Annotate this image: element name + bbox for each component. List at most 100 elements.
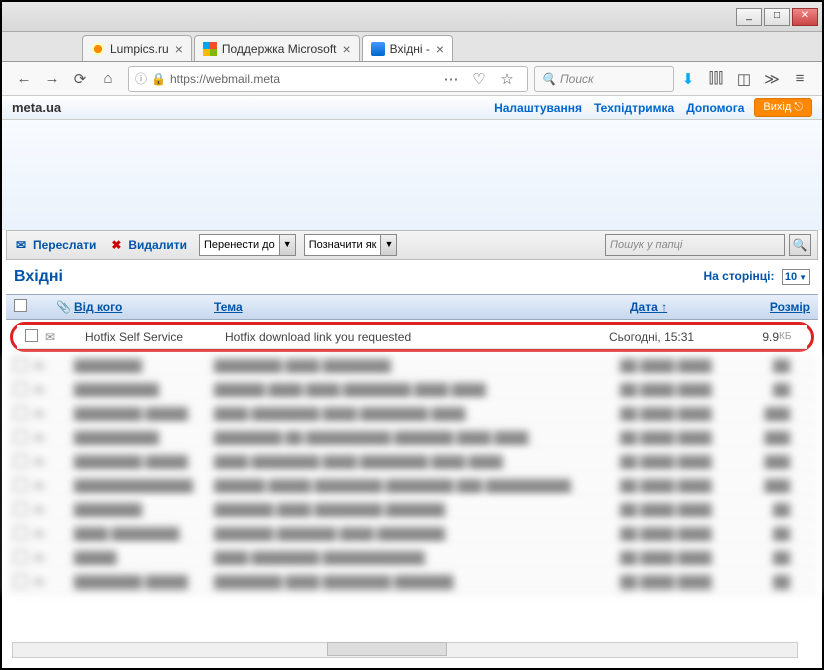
from-cell: Hotfix Self Service <box>85 330 225 344</box>
envelope-icon: ✉ <box>34 479 56 493</box>
subject-cell: ███████ ████ ████████ ███████ <box>214 503 620 517</box>
forward-button[interactable]: ✉ Переслати <box>13 237 96 253</box>
library-button[interactable]: ⫿⫿⫿ <box>704 67 728 91</box>
size-cell: ███ <box>740 455 790 469</box>
row-checkbox[interactable] <box>14 526 34 542</box>
from-column-header[interactable]: Від кого <box>74 300 214 314</box>
highlighted-message: ✉ Hotfix Self Service Hotfix download li… <box>10 322 814 352</box>
window-close-button[interactable]: ✕ <box>792 8 818 26</box>
search-bar[interactable]: 🔍 Поиск <box>534 66 674 92</box>
tab-close-icon[interactable]: × <box>175 41 183 57</box>
date-cell: ██ ████ ████ <box>620 383 740 397</box>
folder-search-button[interactable]: 🔍 <box>789 234 811 256</box>
mail-row[interactable]: ✉████████████████ ████ ██████████ ████ █… <box>6 354 818 378</box>
browser-tabbar: Lumpics.ru × Поддержка Microsoft × Вхідн… <box>2 32 822 62</box>
row-checkbox[interactable] <box>14 502 34 518</box>
date-cell: ██ ████ ████ <box>620 455 740 469</box>
mail-row[interactable]: ✉████████ █████████████ ████ ████████ ██… <box>6 570 818 594</box>
tab-inbox[interactable]: Вхідні - × <box>362 35 453 61</box>
date-cell: ██ ████ ████ <box>620 479 740 493</box>
row-checkbox[interactable] <box>14 550 34 566</box>
row-checkbox[interactable] <box>14 430 34 446</box>
row-checkbox[interactable] <box>25 329 45 345</box>
home-button[interactable]: ⌂ <box>96 67 120 91</box>
mail-toolbar: ✉ Переслати ✖ Видалити Перенести до ▼ По… <box>6 230 818 260</box>
reload-button[interactable]: ⟳ <box>68 67 92 91</box>
dropdown-arrow-icon: ▼ <box>799 273 807 282</box>
from-cell: ████████ █████ <box>74 407 214 421</box>
size-unit: КБ <box>779 331 799 342</box>
date-cell: ██ ████ ████ <box>620 359 740 373</box>
info-icon[interactable]: ⓘ <box>135 70 147 87</box>
size-cell: ███ <box>740 431 790 445</box>
tab-lumpics[interactable]: Lumpics.ru × <box>82 35 192 61</box>
mail-row[interactable]: ✉████████████████████ █████ ████████ ███… <box>6 474 818 498</box>
back-button[interactable]: ← <box>12 67 36 91</box>
shield-icon[interactable]: ♡ <box>467 67 491 91</box>
move-to-select[interactable]: Перенести до ▼ <box>199 234 296 256</box>
tab-label: Lumpics.ru <box>110 42 169 56</box>
envelope-icon: ✉ <box>45 330 67 344</box>
mail-row[interactable]: ✉████████ █████████ ████████ ████ ██████… <box>6 402 818 426</box>
date-cell: ██ ████ ████ <box>620 431 740 445</box>
size-cell: ███ <box>740 479 790 493</box>
row-checkbox[interactable] <box>14 382 34 398</box>
horizontal-scrollbar[interactable] <box>12 642 798 658</box>
window-maximize-button[interactable]: □ <box>764 8 790 26</box>
folder-search-input[interactable]: Пошук у папці <box>605 234 785 256</box>
tab-close-icon[interactable]: × <box>436 41 444 57</box>
from-cell: ████████ <box>74 503 214 517</box>
row-checkbox[interactable] <box>14 574 34 590</box>
logout-button[interactable]: Вихід ⎋ <box>754 98 812 117</box>
per-page-select[interactable]: 10 ▼ <box>782 269 810 285</box>
date-cell: ██ ████ ████ <box>620 575 740 589</box>
dropdown-arrow-icon: ▼ <box>380 235 396 255</box>
mail-row[interactable]: ✉████████ █████████ ████████ ████ ██████… <box>6 450 818 474</box>
subject-cell: ████ ████████ ████ ████████ ████ ████ <box>214 455 620 469</box>
envelope-icon: ✉ <box>34 455 56 469</box>
mail-row[interactable]: ✉████ ███████████████ ███████ ████ █████… <box>6 522 818 546</box>
nav-settings[interactable]: Налаштування <box>494 101 582 115</box>
folder-title-bar: Вхідні На сторінці: 10 ▼ <box>2 260 822 294</box>
tab-close-icon[interactable]: × <box>342 41 350 57</box>
size-cell: ██ <box>740 383 790 397</box>
overflow-button[interactable]: ≫ <box>760 67 784 91</box>
from-cell: ██████████ <box>74 383 214 397</box>
url-more-icon[interactable]: ⋯ <box>439 67 463 91</box>
size-cell: 9.9 <box>729 330 779 344</box>
row-checkbox[interactable] <box>14 406 34 422</box>
menu-button[interactable]: ≡ <box>788 67 812 91</box>
row-checkbox[interactable] <box>14 358 34 374</box>
address-bar[interactable]: ⓘ 🔒 https://webmail.meta ⋯ ♡ ☆ <box>128 66 528 92</box>
row-checkbox[interactable] <box>14 478 34 494</box>
row-checkbox[interactable] <box>14 454 34 470</box>
subject-column-header[interactable]: Тема <box>214 300 630 314</box>
size-column-header[interactable]: Розмір <box>750 300 810 314</box>
subject-cell: ███████ ███████ ████ ████████ <box>214 527 620 541</box>
nav-help[interactable]: Допомога <box>686 101 744 115</box>
sidebar-button[interactable]: ◫ <box>732 67 756 91</box>
forward-icon: ✉ <box>13 237 29 253</box>
forward-button[interactable]: → <box>40 67 64 91</box>
mail-row[interactable]: ✉████████████████ ████ ████ ████████ ███… <box>6 378 818 402</box>
size-cell: ██ <box>740 359 790 373</box>
scrollbar-thumb[interactable] <box>327 642 447 656</box>
delete-button[interactable]: ✖ Видалити <box>108 237 187 253</box>
window-minimize-button[interactable]: _ <box>736 8 762 26</box>
downloads-button[interactable]: ⬇ <box>676 67 700 91</box>
select-all-checkbox[interactable] <box>14 299 34 315</box>
date-cell: ██ ████ ████ <box>620 551 740 565</box>
mail-row[interactable]: ✉██████████████████ ██ ██████████ ██████… <box>6 426 818 450</box>
mail-row[interactable]: ✉ Hotfix Self Service Hotfix download li… <box>17 325 807 349</box>
tab-microsoft[interactable]: Поддержка Microsoft × <box>194 35 360 61</box>
per-page-control: На сторінці: 10 ▼ <box>703 269 810 285</box>
mail-row[interactable]: ✉███████████████ ████ ████████ █████████… <box>6 498 818 522</box>
bookmark-icon[interactable]: ☆ <box>495 67 519 91</box>
mark-as-select[interactable]: Позначити як ▼ <box>304 234 398 256</box>
subject-cell: ████████ ████ ████████ ███████ <box>214 575 620 589</box>
nav-support[interactable]: Техпідтримка <box>594 101 674 115</box>
mail-row[interactable]: ✉█████████ ████████ ██████████████ ████ … <box>6 546 818 570</box>
date-column-header[interactable]: Дата ↑ <box>630 300 750 314</box>
search-placeholder: Поиск <box>560 72 594 86</box>
subject-cell: ████ ████████ ████ ████████ ████ <box>214 407 620 421</box>
